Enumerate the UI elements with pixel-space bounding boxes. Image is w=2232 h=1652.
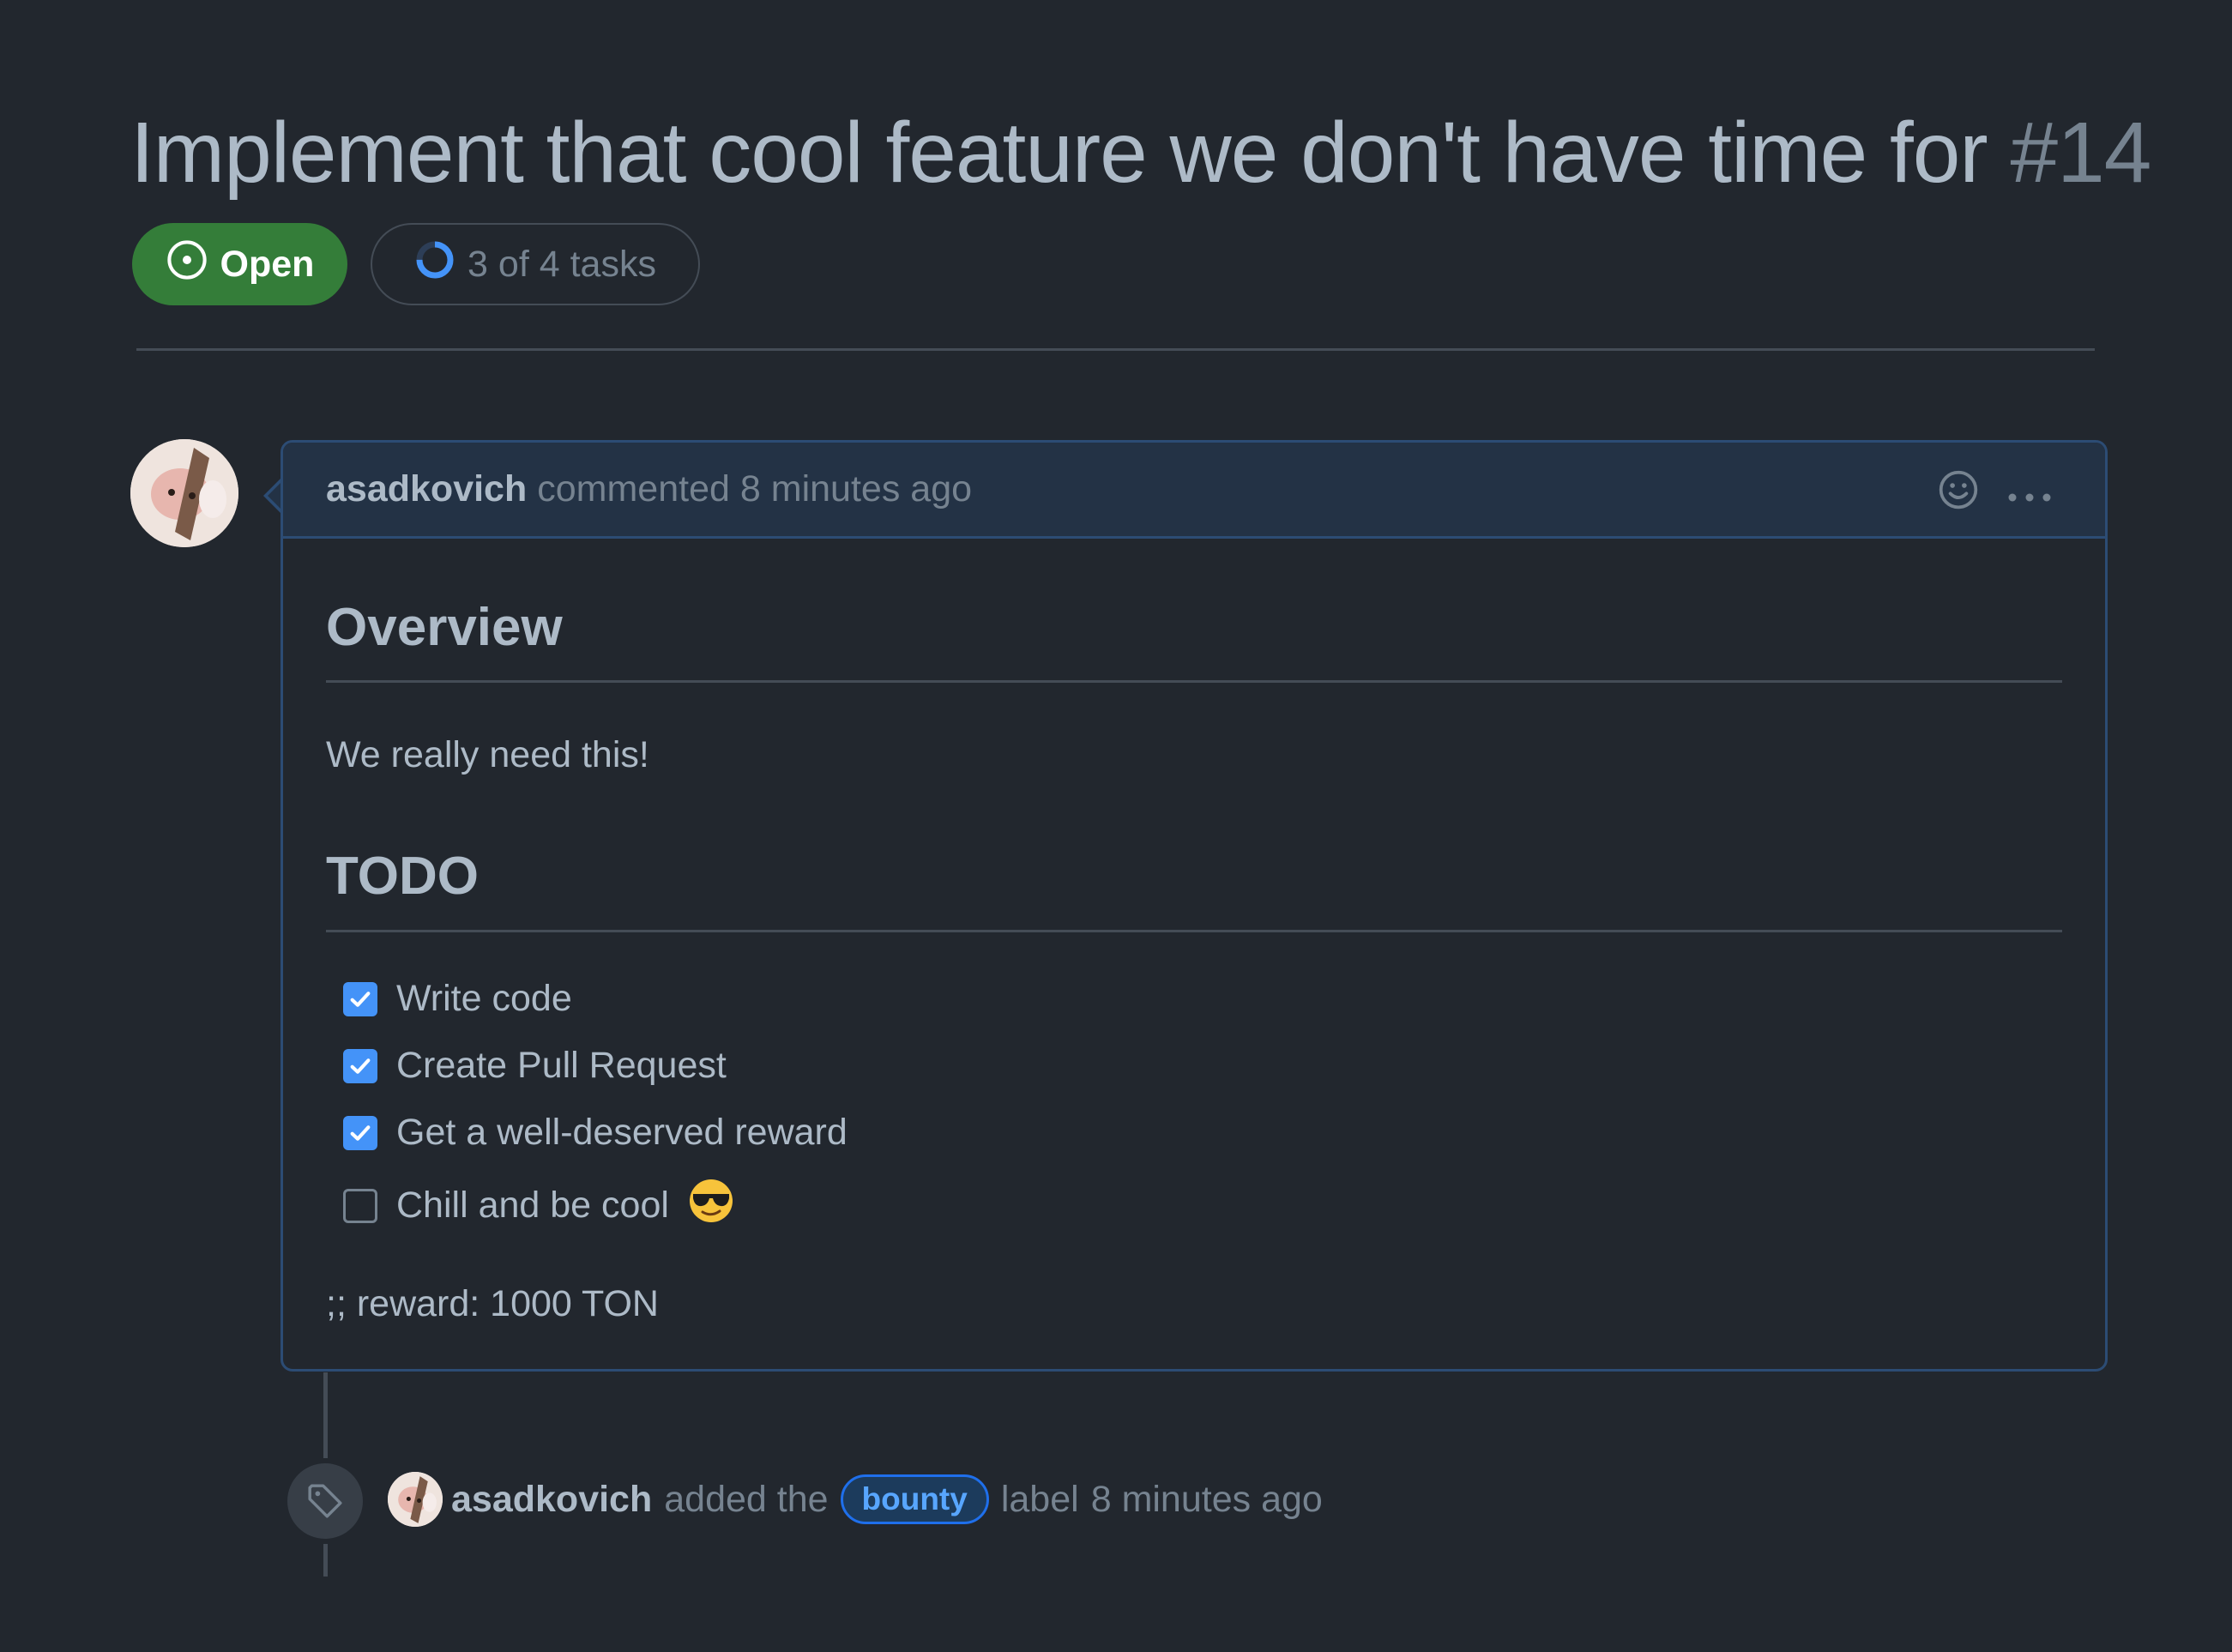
issue-opened-icon	[166, 238, 208, 291]
header-divider	[136, 348, 2095, 351]
author-avatar[interactable]	[130, 439, 238, 547]
task-label: Chill and be cool	[396, 1185, 669, 1226]
task-label: Write code	[396, 978, 572, 1019]
overview-text: We really need this!	[326, 734, 649, 775]
smiley-icon[interactable]	[1937, 468, 1980, 521]
issue-state-label: Open	[220, 243, 315, 285]
checkbox-checked[interactable]	[343, 1115, 377, 1150]
comment-timestamp[interactable]: 8 minutes ago	[740, 468, 972, 510]
progress-ring-icon	[414, 239, 455, 290]
checkmark-icon	[350, 1058, 371, 1074]
task-label: Create Pull Request	[396, 1045, 727, 1086]
reward-text: ;; reward: 1000 TON	[326, 1283, 659, 1324]
task-progress-pill[interactable]: 3 of 4 tasks	[371, 223, 700, 305]
heading-rule	[326, 680, 2062, 683]
task-progress-label: 3 of 4 tasks	[468, 243, 656, 285]
task-item: Get a well-deserved reward	[343, 1112, 848, 1154]
task-label: Get a well-deserved reward	[396, 1112, 848, 1153]
heading-overview: Overview	[326, 598, 563, 657]
tag-icon	[308, 1484, 342, 1518]
task-item: Create Pull Request	[343, 1045, 727, 1087]
event-action: added the	[664, 1478, 829, 1520]
issue-state-badge: Open	[132, 223, 347, 305]
checkbox-checked[interactable]	[343, 981, 377, 1016]
checkmark-icon	[350, 991, 371, 1007]
checkbox-checked[interactable]	[343, 1048, 377, 1083]
issue-page: Implement that cool feature we don't hav…	[0, 0, 2232, 1652]
issue-title-text: Implement that cool feature we don't hav…	[130, 105, 1988, 201]
checkmark-icon	[350, 1124, 371, 1141]
event-suffix: label	[1000, 1478, 1079, 1520]
comment-actions	[1937, 468, 2054, 521]
timeline-event: asadkovich added the bounty label 8 minu…	[451, 1468, 1323, 1530]
comment-header: asadkovich commented 8 minutes ago	[283, 443, 2105, 539]
task-item: Chill and be cool	[343, 1178, 734, 1233]
bounty-label[interactable]: bounty	[840, 1474, 989, 1524]
timeline-event-badge	[287, 1463, 363, 1539]
heading-todo: TODO	[326, 847, 479, 906]
event-author-avatar[interactable]	[388, 1472, 443, 1527]
timeline-line	[323, 1544, 328, 1577]
event-author[interactable]: asadkovich	[451, 1479, 652, 1521]
heading-rule	[326, 930, 2062, 932]
kebab-menu-icon[interactable]	[2006, 473, 2054, 515]
timeline-line	[323, 1372, 328, 1458]
comment-box: asadkovich commented 8 minutes ago Overv…	[281, 440, 2108, 1372]
task-item: Write code	[343, 978, 572, 1020]
checkbox-unchecked[interactable]	[343, 1188, 377, 1223]
issue-number: #14	[2010, 105, 2152, 201]
comment-action: commented	[537, 468, 730, 509]
event-timestamp[interactable]: 8 minutes ago	[1091, 1479, 1323, 1521]
comment-author[interactable]: asadkovich	[326, 468, 527, 510]
issue-title: Implement that cool feature we don't hav…	[130, 101, 2151, 204]
sunglasses-emoji-icon	[688, 1178, 734, 1233]
